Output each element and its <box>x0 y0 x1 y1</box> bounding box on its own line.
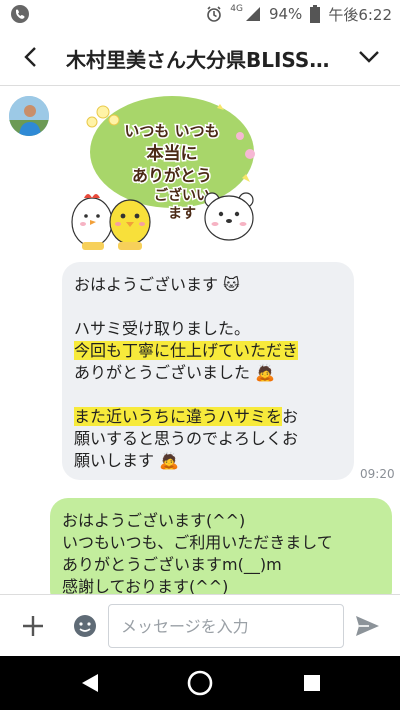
chat-menu-button[interactable] <box>352 40 386 74</box>
back-chevron-icon <box>24 47 36 67</box>
avatar-photo <box>9 96 49 136</box>
battery-icon <box>310 5 321 23</box>
avatar[interactable] <box>9 96 49 136</box>
nav-recent-apps-icon[interactable] <box>302 673 322 693</box>
incoming-line-2: ハサミ受け取りました。 <box>74 319 251 338</box>
bow-emoji-icon: 🙇 <box>250 363 276 382</box>
alarm-icon <box>207 6 222 22</box>
incoming-highlight-2: また近いうちに違うハサミを <box>74 407 283 426</box>
white-bear-character <box>204 192 254 241</box>
sticker-line-2: 本当に <box>147 143 198 164</box>
incoming-line-6: 願いすると思うのでよろしくお <box>74 429 299 448</box>
outgoing-line-4: 感謝しております(^^) <box>62 577 229 594</box>
battery-percent: 94% <box>268 5 303 23</box>
outgoing-line-2: いつもいつも、ご利用いただきまして <box>62 533 333 552</box>
system-nav-bar <box>0 656 400 710</box>
phone-call-icon <box>11 5 29 23</box>
sticker-line-5: ます <box>168 206 196 222</box>
nav-home-icon[interactable] <box>186 669 214 697</box>
signal-icon <box>245 7 260 21</box>
cat-emoji-icon: 🐱 <box>218 275 240 294</box>
network-label: 4G <box>230 4 243 14</box>
sticker-line-1: いつも いつも <box>124 122 219 140</box>
chat-title: 木村里美さん大分県BLISS… <box>66 48 330 70</box>
plus-icon[interactable] <box>18 611 48 641</box>
bow-emoji-icon: 🙇 <box>154 451 180 470</box>
outgoing-line-1: おはようございます(^^) <box>62 511 246 530</box>
nav-back-icon[interactable] <box>78 671 102 695</box>
thank-you-sticker[interactable]: いつも いつも 本当に ありがとう ございい ます <box>70 94 270 256</box>
yellow-chick-character <box>109 199 151 250</box>
chat-area[interactable]: いつも いつも 本当に ありがとう ございい ます おはようございます 🐱 ハサ… <box>0 86 400 594</box>
incoming-line-4: ありがとうございました <box>74 363 251 382</box>
incoming-line-5-rest: お <box>282 407 299 426</box>
chat-header: 木村里美さん大分県BLISS… <box>0 28 400 86</box>
incoming-line-7: 願いします <box>74 451 155 470</box>
incoming-line-1: おはようございます <box>74 275 219 294</box>
chicken-character <box>71 194 113 250</box>
sticker-line-3: ありがとう <box>132 166 212 185</box>
message-input[interactable] <box>108 604 344 648</box>
outgoing-line-3: ありがとうございますm(__)m <box>62 555 282 574</box>
sticker-line-4: ございい <box>154 187 210 204</box>
status-bar: 4G 94% 午後6:22 <box>0 0 400 28</box>
chevron-down-icon <box>359 51 379 63</box>
outgoing-message-bubble[interactable]: おはようございます(^^) いつもいつも、ご利用いただきまして ありがとうござい… <box>50 498 392 594</box>
message-timestamp: 09:20 <box>360 467 395 481</box>
message-input-bar <box>0 594 400 656</box>
incoming-highlight-1: 今回も丁寧に仕上げていただき <box>74 341 299 360</box>
send-icon[interactable] <box>352 611 382 641</box>
back-button[interactable] <box>14 40 48 74</box>
incoming-message-bubble[interactable]: おはようございます 🐱 ハサミ受け取りました。 今回も丁寧に仕上げていただき あ… <box>62 262 354 480</box>
clock: 午後6:22 <box>328 5 392 24</box>
emoji-icon[interactable] <box>70 611 100 641</box>
